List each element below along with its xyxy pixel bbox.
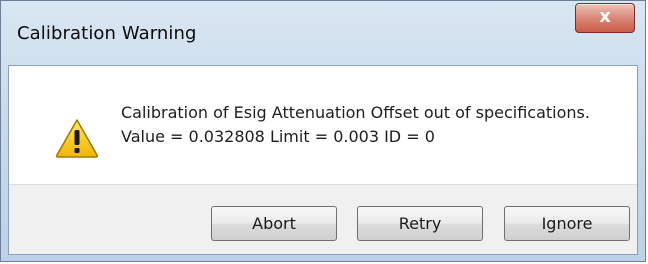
message-line-1: Calibration of Esig Attenuation Offset o… bbox=[121, 103, 590, 122]
ignore-button[interactable]: Ignore bbox=[504, 206, 630, 241]
close-button[interactable]: x bbox=[575, 3, 635, 33]
retry-button[interactable]: Retry bbox=[357, 206, 483, 241]
dialog-body: Calibration of Esig Attenuation Offset o… bbox=[8, 65, 638, 255]
message-area: Calibration of Esig Attenuation Offset o… bbox=[9, 66, 637, 184]
button-bar: Abort Retry Ignore bbox=[9, 184, 637, 254]
title-bar: Calibration Warning x bbox=[1, 1, 645, 65]
abort-button[interactable]: Abort bbox=[211, 206, 337, 241]
warning-icon bbox=[55, 119, 99, 158]
window-title: Calibration Warning bbox=[17, 23, 197, 44]
dialog-window: Calibration Warning x Calibration of Esi… bbox=[0, 0, 646, 262]
message-line-2: Value = 0.032808 Limit = 0.003 ID = 0 bbox=[121, 127, 435, 146]
